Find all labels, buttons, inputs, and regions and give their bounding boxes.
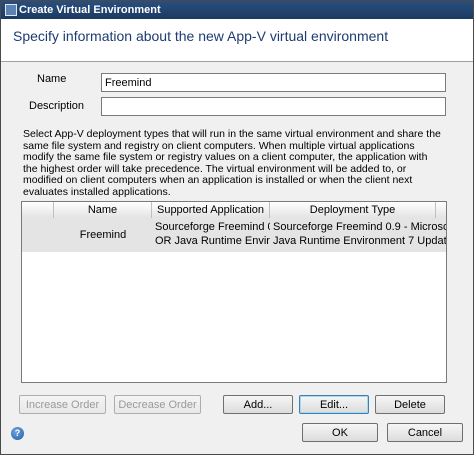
- grid-header: Name Supported Application Deployment Ty…: [22, 202, 446, 219]
- description-input[interactable]: [101, 97, 446, 116]
- deployment-type-line-2: Java Runtime Environment 7 Update 4 - Mi…: [273, 235, 447, 247]
- name-input[interactable]: [101, 73, 446, 92]
- row-deployment-type-cell: Sourceforge Freemind 0.9 - Microsoft App…: [270, 218, 447, 252]
- grid-header-rowselector: [22, 202, 54, 218]
- help-icon[interactable]: ?: [11, 427, 24, 440]
- supported-application-line-2: OR Java Runtime Environment: [155, 235, 270, 247]
- window-icon: [5, 4, 17, 16]
- delete-button[interactable]: Delete: [375, 395, 445, 414]
- grid-header-filler: [436, 202, 446, 218]
- table-row[interactable]: Freemind Sourceforge Freemind 0.9 OR Jav…: [22, 218, 447, 252]
- decrease-order-button[interactable]: Decrease Order: [114, 395, 201, 414]
- increase-order-button[interactable]: Increase Order: [19, 395, 106, 414]
- cancel-button[interactable]: Cancel: [387, 423, 463, 442]
- page-title: Specify information about the new App-V …: [13, 28, 389, 44]
- add-button[interactable]: Add...: [223, 395, 293, 414]
- window-title: Create Virtual Environment: [19, 4, 161, 16]
- row-supported-application-cell: Sourceforge Freemind 0.9 OR Java Runtime…: [152, 218, 270, 252]
- create-virtual-environment-dialog: Create Virtual Environment Specify infor…: [0, 0, 474, 455]
- header-banner: Specify information about the new App-V …: [1, 19, 473, 62]
- supported-application-line-1: Sourceforge Freemind 0.9: [155, 221, 270, 233]
- edit-button[interactable]: Edit...: [299, 395, 369, 414]
- description-label: Description: [29, 100, 85, 112]
- row-name-cell: Freemind: [79, 229, 127, 241]
- ok-button[interactable]: OK: [302, 423, 378, 442]
- deployment-types-grid[interactable]: Name Supported Application Deployment Ty…: [21, 201, 447, 383]
- title-bar[interactable]: Create Virtual Environment: [1, 1, 473, 19]
- column-header-supported-application[interactable]: Supported Application: [152, 202, 270, 218]
- deployment-info-text: Select App-V deployment types that will …: [23, 128, 441, 198]
- name-label: Name: [37, 73, 67, 85]
- column-header-name[interactable]: Name: [54, 202, 152, 218]
- deployment-type-line-1: Sourceforge Freemind 0.9 - Microsoft App…: [273, 221, 446, 233]
- column-header-deployment-type[interactable]: Deployment Type: [270, 202, 436, 218]
